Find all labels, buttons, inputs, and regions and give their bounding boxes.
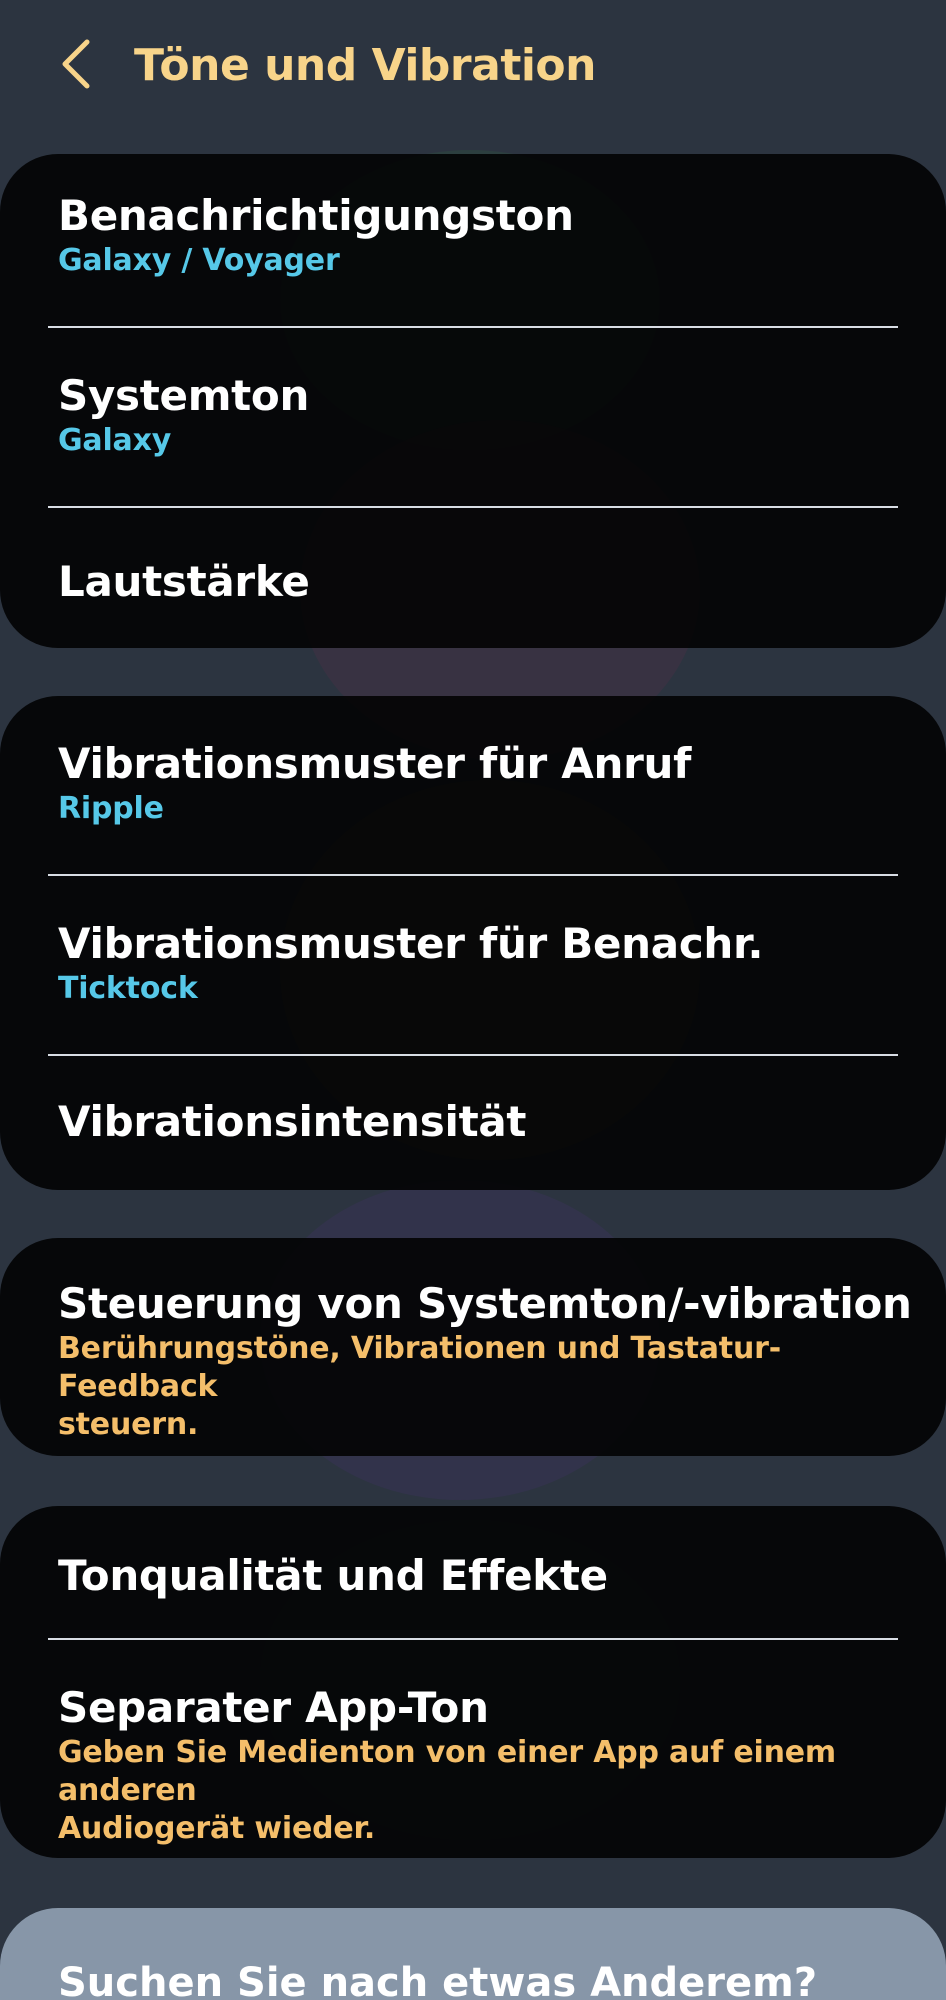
search-suggestion-card[interactable]: Suchen Sie nach etwas Anderem? [0,1908,946,2000]
settings-item-call-vibration-pattern[interactable]: Vibrationsmuster für Anruf Ripple [0,696,946,876]
item-title: Systemton [58,371,310,420]
item-title: Vibrationsmuster für Anruf [58,739,692,788]
settings-group-sounds: Benachrichtigungston Galaxy / Voyager Sy… [0,154,946,648]
screen: Töne und Vibration Benachrichtigungston … [0,0,946,2000]
search-suggestion-title: Suchen Sie nach etwas Anderem? [58,1960,818,2000]
settings-group-vibration: Vibrationsmuster für Anruf Ripple Vibrat… [0,696,946,1190]
settings-item-notification-vibration-pattern[interactable]: Vibrationsmuster für Benachr. Ticktock [0,876,946,1056]
settings-item-volume[interactable]: Lautstärke [0,508,946,648]
item-subtitle: Ticktock [58,971,198,1006]
chevron-left-icon [59,38,93,94]
item-subtitle-line-2: Audiogerät wieder. [58,1811,376,1846]
app-header: Töne und Vibration [0,0,946,140]
item-subtitle: Galaxy [58,423,172,458]
settings-item-sound-quality-effects[interactable]: Tonqualität und Effekte [0,1506,946,1640]
settings-group-audio-quality: Tonqualität und Effekte Separater App-To… [0,1506,946,1858]
item-title: Steuerung von Systemton/-vibration [58,1279,912,1328]
settings-item-system-sound-vibration-control[interactable]: Steuerung von Systemton/-vibration Berüh… [0,1238,946,1456]
settings-item-notification-sound[interactable]: Benachrichtigungston Galaxy / Voyager [0,154,946,328]
item-subtitle: Galaxy / Voyager [58,243,340,278]
item-title: Lautstärke [58,557,310,606]
item-title: Benachrichtigungston [58,191,574,240]
item-subtitle-line-1: Geben Sie Medienton von einer App auf ei… [58,1735,836,1808]
item-subtitle-line-1: Berührungstöne, Vibrationen und Tastatur… [58,1331,781,1404]
settings-group-system-control: Steuerung von Systemton/-vibration Berüh… [0,1238,946,1456]
settings-item-separate-app-sound[interactable]: Separater App-Ton Geben Sie Medienton vo… [0,1640,946,1858]
item-subtitle-line-2: steuern. [58,1407,199,1442]
page-title: Töne und Vibration [134,40,596,91]
item-title: Vibrationsintensität [58,1097,527,1146]
back-button[interactable] [46,36,106,96]
settings-item-system-sound[interactable]: Systemton Galaxy [0,328,946,508]
item-subtitle: Ripple [58,791,164,826]
item-title: Vibrationsmuster für Benachr. [58,919,764,968]
item-title: Tonqualität und Effekte [58,1551,608,1600]
item-title: Separater App-Ton [58,1683,489,1732]
settings-item-vibration-intensity[interactable]: Vibrationsintensität [0,1056,946,1190]
